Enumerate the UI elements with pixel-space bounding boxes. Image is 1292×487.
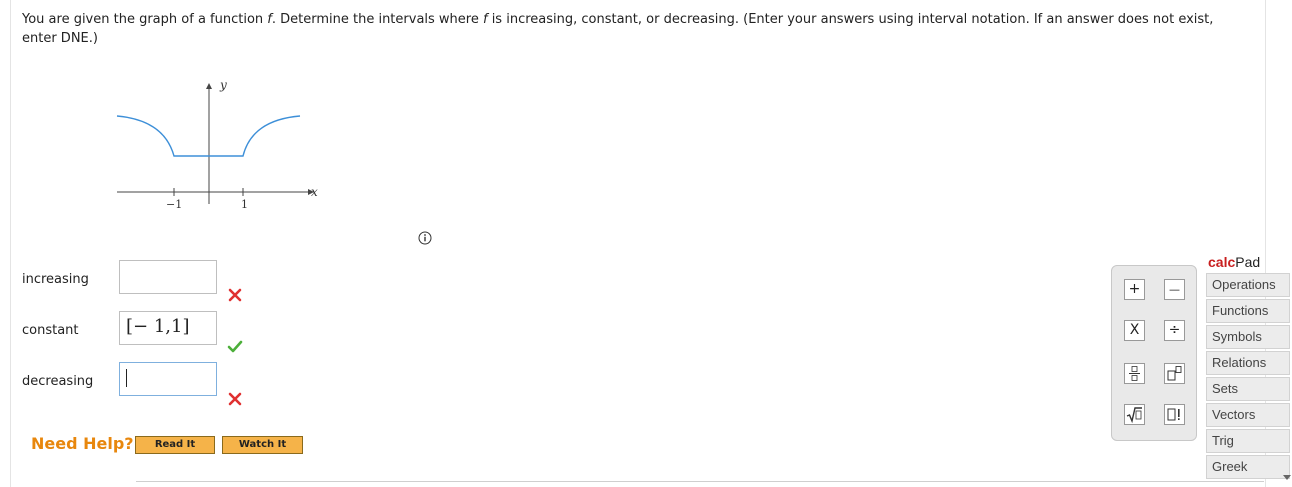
minus-button[interactable]: — (1164, 279, 1185, 300)
y-axis-arrow (206, 83, 212, 89)
constant-input[interactable]: [− 1,1] (119, 311, 217, 345)
exponent-icon (1167, 366, 1182, 381)
calcpad-button-panel: + — X ÷ (1111, 265, 1197, 441)
calcpad-tab-relations[interactable]: Relations (1206, 351, 1290, 375)
read-it-button[interactable]: Read It (135, 436, 215, 454)
watch-it-button[interactable]: Watch It (222, 436, 303, 454)
info-icon[interactable] (418, 231, 432, 245)
calcpad-tab-greek[interactable]: Greek (1206, 455, 1290, 479)
increasing-label: increasing (22, 272, 89, 287)
calcpad-tab-functions[interactable]: Functions (1206, 299, 1290, 323)
fraction-button[interactable] (1124, 363, 1145, 384)
question-panel (10, 0, 1266, 487)
exponent-button[interactable] (1164, 363, 1185, 384)
decreasing-input[interactable] (119, 362, 217, 396)
correct-check-icon (227, 340, 243, 353)
scroll-down-arrow-icon[interactable] (1283, 475, 1291, 480)
increasing-input[interactable] (119, 260, 217, 294)
need-help-label: Need Help? (31, 434, 134, 453)
calcpad-title-pad: Pad (1235, 254, 1261, 270)
sqrt-button[interactable] (1124, 404, 1145, 425)
question-text: You are given the graph of a function f.… (22, 10, 1242, 48)
tick-label-pos: 1 (241, 198, 248, 211)
text-cursor (126, 369, 127, 387)
function-graph: y x −1 1 (116, 78, 318, 211)
calcpad-tab-symbols[interactable]: Symbols (1206, 325, 1290, 349)
fraction-icon (1129, 366, 1140, 381)
incorrect-x-icon (228, 392, 242, 406)
question-part: You are given the graph of a function (22, 12, 268, 27)
factorial-icon (1167, 408, 1180, 421)
divider (136, 481, 1264, 482)
calcpad-tab-sets[interactable]: Sets (1206, 377, 1290, 401)
calcpad-title: calcPad (1208, 254, 1260, 270)
sqrt-icon (1126, 407, 1142, 424)
calcpad-tab-trig[interactable]: Trig (1206, 429, 1290, 453)
divide-button[interactable]: ÷ (1164, 320, 1185, 341)
calcpad-tab-vectors[interactable]: Vectors (1206, 403, 1290, 427)
y-axis-label: y (219, 78, 227, 92)
calcpad-tab-operations[interactable]: Operations (1206, 273, 1290, 297)
incorrect-x-icon (228, 288, 242, 302)
x-axis-label: x (311, 185, 318, 199)
constant-label: constant (22, 323, 79, 338)
question-part: . Determine the intervals where (271, 12, 483, 27)
decreasing-label: decreasing (22, 374, 94, 389)
tick-label-neg: −1 (166, 198, 182, 211)
plus-button[interactable]: + (1124, 279, 1145, 300)
factorial-button[interactable] (1164, 404, 1185, 425)
calcpad-title-calc: calc (1208, 254, 1236, 270)
multiply-button[interactable]: X (1124, 320, 1145, 341)
